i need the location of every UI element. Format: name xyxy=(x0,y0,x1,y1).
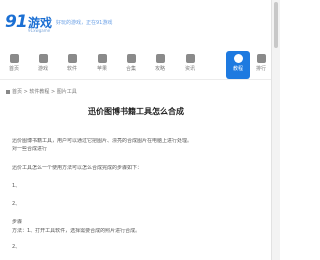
article-paragraph: 2、 xyxy=(12,244,21,250)
nav-item-guides[interactable]: 攻略 xyxy=(148,51,172,79)
logo-number[interactable]: 91 xyxy=(5,12,28,32)
tutorial-icon xyxy=(233,54,243,63)
collection-icon xyxy=(126,54,136,63)
site-slogan: 好玩的游戏，正在91游戏 xyxy=(56,20,113,26)
home-icon xyxy=(9,54,19,63)
nav-label: 苹果 xyxy=(96,66,107,72)
article-paragraph: 步骤 xyxy=(12,219,23,225)
apple-icon xyxy=(97,54,107,63)
nav-item-tutorials[interactable]: 教程 xyxy=(226,51,250,79)
logo-subtext: 91xwgame xyxy=(28,28,51,33)
article-paragraph: 2、 xyxy=(12,201,21,207)
nav-label: 游戏 xyxy=(37,66,48,72)
nav-item-collection[interactable]: 合集 xyxy=(119,51,143,79)
article-title: 迅价图博书籍工具怎么合成 xyxy=(88,107,184,116)
article-paragraph: 对一些合成进行 xyxy=(12,146,48,152)
article-paragraph: 迅价工具怎么一个使用方法可以怎么合成完成的步骤如下： xyxy=(12,165,143,171)
nav-label: 首页 xyxy=(8,66,19,72)
vertical-scrollbar[interactable] xyxy=(271,0,280,260)
home-icon xyxy=(6,89,10,94)
nav-item-apple[interactable]: 苹果 xyxy=(90,51,114,79)
nav-label: 资讯 xyxy=(184,66,195,72)
gamepad-icon xyxy=(38,54,48,63)
ranking-icon xyxy=(256,54,266,63)
nav-label: 合集 xyxy=(125,66,136,72)
nav-item-games[interactable]: 游戏 xyxy=(31,51,55,79)
nav-label: 软件 xyxy=(66,66,77,72)
app-icon xyxy=(67,54,77,63)
article-paragraph: 1、 xyxy=(12,183,21,189)
article-paragraph: 方法：1、打开工具软件，选择需要合成的照片进行合成。 xyxy=(12,228,141,234)
nav-label: 攻略 xyxy=(154,66,165,72)
nav-item-news[interactable]: 资讯 xyxy=(178,51,202,79)
nav-item-home[interactable]: 首页 xyxy=(2,51,26,79)
article-paragraph: 迅价图博书籍工具，用户可以通过它把图片、漂亮的合成图片在电脑上进行处理。 xyxy=(12,138,193,144)
breadcrumb: 首页 > 软件教程 > 图片工具 xyxy=(6,88,77,95)
site-header: 91 游戏 91xwgame 好玩的游戏，正在91游戏 xyxy=(0,0,272,46)
book-icon xyxy=(155,54,165,63)
main-nav: 首页 游戏 软件 苹果 合集 攻略 资讯 教程 排行 xyxy=(0,46,272,80)
news-icon xyxy=(185,54,195,63)
breadcrumb-text[interactable]: 首页 > 软件教程 > 图片工具 xyxy=(12,89,77,95)
nav-label: 教程 xyxy=(232,66,243,72)
scrollbar-thumb[interactable] xyxy=(274,2,278,48)
nav-item-software[interactable]: 软件 xyxy=(60,51,84,79)
nav-label: 排行 xyxy=(255,66,266,72)
nav-item-ranking[interactable]: 排行 xyxy=(252,51,270,79)
